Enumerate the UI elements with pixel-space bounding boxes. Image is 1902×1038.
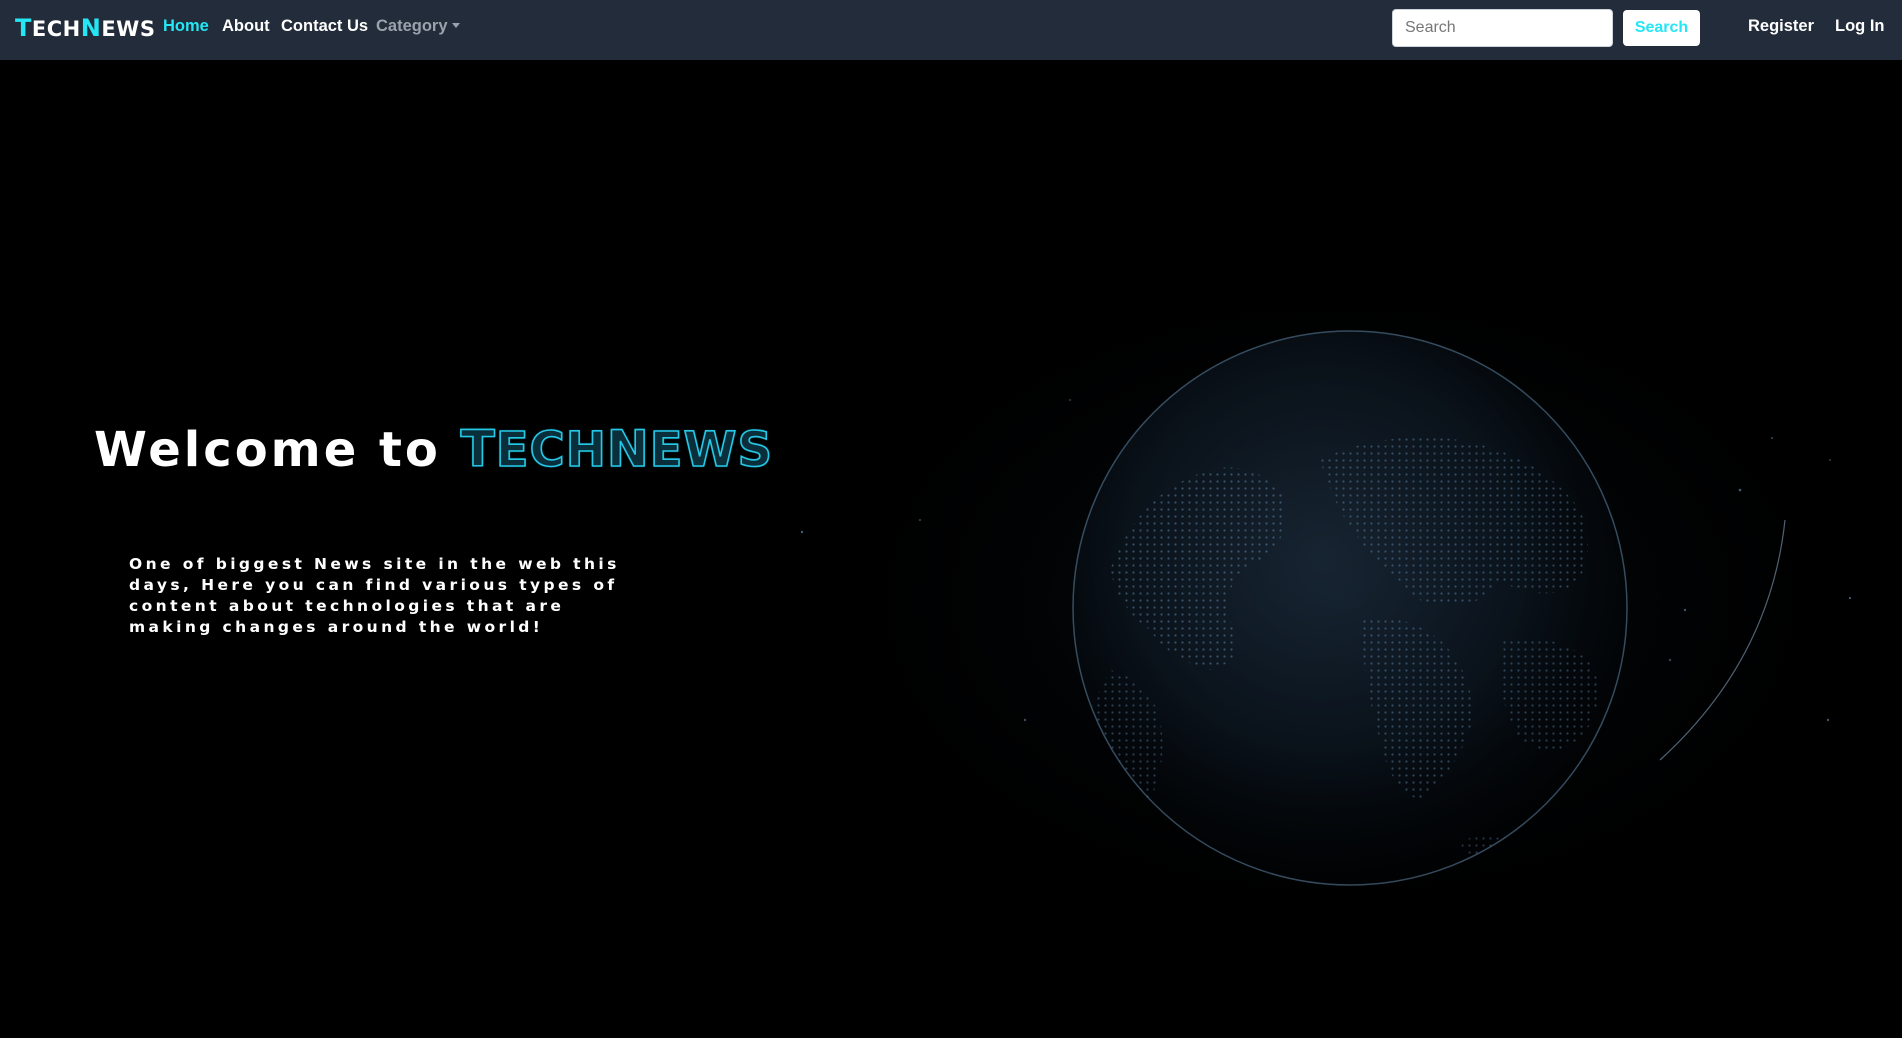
brand-letter-n: N — [80, 14, 102, 42]
welcome-brand-t: T — [460, 419, 496, 479]
nav-category-dropdown[interactable]: Category — [376, 17, 460, 36]
hero-tagline: One of biggest News site in the web this… — [129, 554, 689, 638]
nav-home-link[interactable]: Home — [163, 17, 209, 36]
register-link[interactable]: Register — [1748, 17, 1814, 36]
globe-image — [780, 240, 1902, 960]
brand-letters-ech: ECH — [31, 17, 81, 41]
search-input[interactable] — [1392, 9, 1613, 47]
welcome-brand-ews: EWS — [649, 421, 774, 479]
tagline-line: One of biggest News site in the web this — [129, 555, 620, 573]
search-button[interactable]: Search — [1623, 10, 1700, 46]
brand-letters-ews: EWS — [101, 17, 156, 41]
navbar: T ECH N EWS Home About Contact Us Category … — [0, 0, 1902, 60]
tagline-line: making changes around the world! — [129, 618, 544, 636]
hero-section: Welcome to TECHNEWS One of biggest News … — [0, 60, 1902, 1038]
brand-letter-t: T — [15, 14, 32, 42]
welcome-brand: TECHNEWS — [460, 419, 774, 479]
welcome-prefix: Welcome to — [94, 422, 441, 478]
nav-about-link[interactable]: About — [222, 17, 270, 36]
nav-contact-link[interactable]: Contact Us — [281, 17, 368, 36]
tagline-line: content about technologies that are — [129, 597, 565, 615]
login-link[interactable]: Log In — [1835, 17, 1884, 36]
welcome-heading: Welcome to TECHNEWS — [94, 419, 774, 479]
nav-category-label: Category — [376, 17, 448, 35]
tagline-line: days, Here you can find various types of — [129, 576, 618, 594]
welcome-brand-n: N — [606, 419, 650, 479]
chevron-down-icon — [451, 23, 460, 28]
brand-logo[interactable]: T ECH N EWS — [15, 14, 155, 42]
welcome-brand-ech: ECH — [495, 421, 607, 479]
